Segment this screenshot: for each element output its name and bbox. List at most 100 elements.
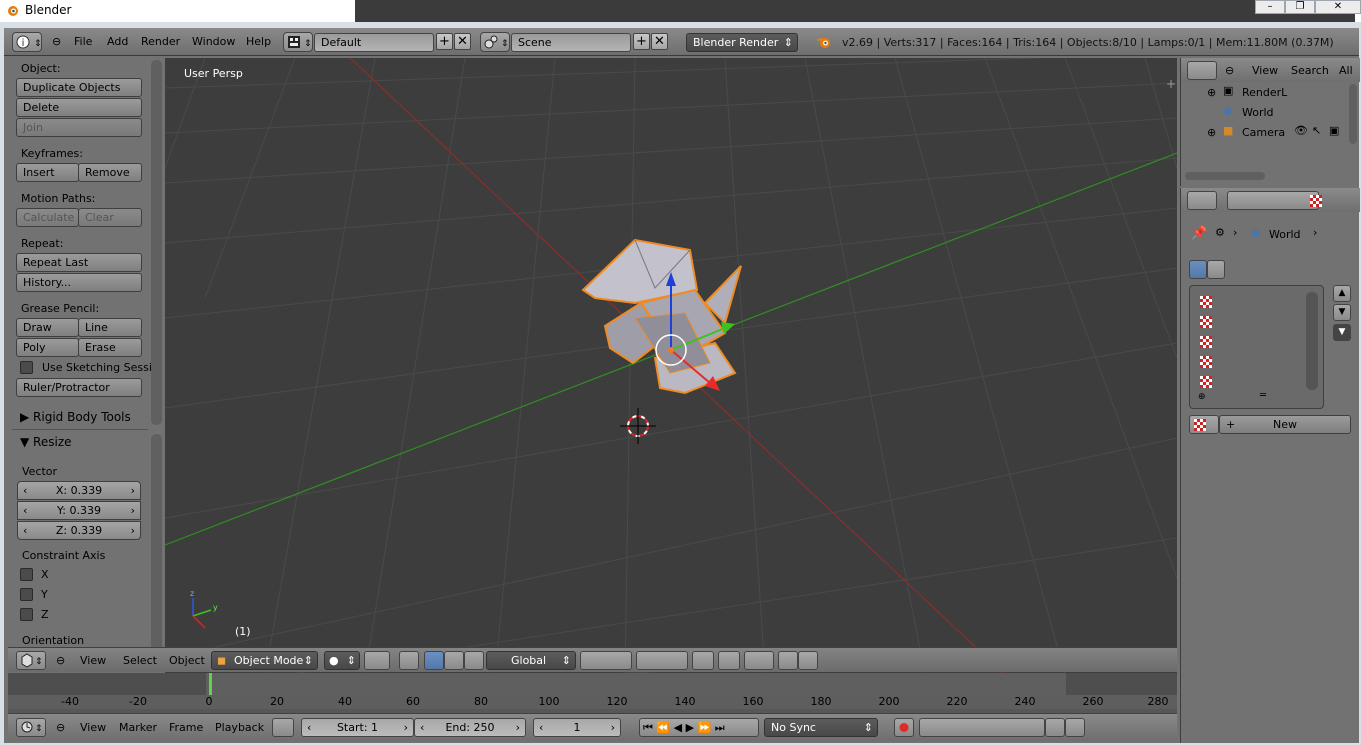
screen-layout-field[interactable]: Default <box>314 33 434 52</box>
context-tabs[interactable] <box>1227 191 1319 210</box>
scene-selector-icon[interactable]: ⇕ <box>480 32 510 52</box>
menu-select[interactable]: Select <box>123 652 157 670</box>
viewport-shading-dropdown[interactable]: ● ⇕ <box>324 651 360 670</box>
collapse-menu-icon[interactable]: ⊖ <box>1225 62 1234 80</box>
editor-type-3d-icon[interactable]: ⇕ <box>16 651 46 670</box>
viewport-scene[interactable]: z y + <box>165 58 1177 675</box>
list-resize-grip-icon[interactable]: ═ <box>1260 390 1266 401</box>
menu-view[interactable]: View <box>1252 62 1278 80</box>
scale-manipulator-icon[interactable] <box>464 651 484 670</box>
prev-keyframe-icon[interactable]: ⏪ <box>656 721 670 734</box>
menu-playback[interactable]: Playback <box>215 719 264 737</box>
outliner-row-renderlayers[interactable]: RenderL <box>1242 86 1287 99</box>
minimize-button[interactable]: – <box>1255 0 1285 14</box>
erase-button[interactable]: Erase <box>78 338 142 357</box>
editor-type-properties-icon[interactable] <box>1187 191 1217 210</box>
remove-layout-button[interactable]: ✕ <box>454 33 471 50</box>
menu-view[interactable]: View <box>80 652 106 670</box>
current-frame-cursor[interactable] <box>209 673 212 695</box>
editor-type-info-icon[interactable]: i ⇕ <box>12 32 42 52</box>
constraint-y-checkbox[interactable] <box>20 588 33 601</box>
insert-keyframe-button[interactable]: Insert <box>16 163 79 182</box>
end-frame-field[interactable]: ‹ End: 250 › <box>414 718 526 737</box>
record-icon[interactable] <box>894 718 914 737</box>
vector-z-field[interactable]: ‹ Z: 0.339 › <box>17 521 141 540</box>
menu-object[interactable]: Object <box>169 652 205 670</box>
manipulator-toggle-icon[interactable] <box>399 651 419 670</box>
ruler-protractor-button[interactable]: Ruler/Protractor <box>16 378 142 397</box>
add-scene-button[interactable]: + <box>633 33 650 50</box>
lock-camera-icon[interactable] <box>692 651 714 670</box>
proportional-edit-icon[interactable] <box>718 651 740 670</box>
play-icon[interactable]: ▶ <box>686 721 694 734</box>
specials-menu-button[interactable]: ▼ <box>1333 324 1351 341</box>
new-texture-button[interactable]: + New <box>1219 415 1351 434</box>
join-button[interactable]: Join <box>16 118 142 137</box>
3d-viewport[interactable]: z y + User Persp (1) <box>165 58 1177 675</box>
start-frame-field[interactable]: ‹ Start: 1 › <box>301 718 414 737</box>
play-reverse-icon[interactable]: ◀ <box>674 721 682 734</box>
display-mode-dropdown[interactable]: All <box>1339 62 1353 80</box>
collapse-menu-icon[interactable]: ⊖ <box>52 32 61 52</box>
snap-icon[interactable] <box>744 651 774 670</box>
scene-field[interactable]: Scene <box>511 33 631 52</box>
layers-right-grid[interactable] <box>636 651 688 670</box>
add-layout-button[interactable]: + <box>436 33 453 50</box>
list-filter-icon[interactable]: ⊕ <box>1198 392 1206 402</box>
texture-browse-icon[interactable] <box>1189 415 1219 434</box>
texture-tab-icon[interactable] <box>1310 195 1322 207</box>
texture-slot-icon[interactable] <box>1200 376 1212 388</box>
preview-range-icon[interactable] <box>272 718 294 737</box>
menu-view[interactable]: View <box>80 719 106 737</box>
selectability-cursor-icon[interactable]: ↖ <box>1312 124 1321 137</box>
jump-start-icon[interactable]: ⏮ <box>643 721 653 734</box>
collapse-menu-icon[interactable]: ⊖ <box>56 652 65 670</box>
draw-button[interactable]: Draw <box>16 318 79 337</box>
playback-controls[interactable]: ⏮ ⏪ ◀ ▶ ⏩ ⏭ <box>639 718 759 737</box>
menu-render[interactable]: Render <box>141 32 180 52</box>
rigid-body-panel-header[interactable]: ▶ Rigid Body Tools <box>20 410 131 424</box>
collapse-menu-icon[interactable]: ⊖ <box>56 719 65 737</box>
transform-orientation-dropdown[interactable]: Global ⇕ <box>486 651 576 670</box>
vector-y-field[interactable]: ‹ Y: 0.339 › <box>17 501 141 520</box>
expand-icon[interactable]: ⊕ <box>1207 126 1216 139</box>
render-image-icon[interactable] <box>778 651 798 670</box>
move-down-button[interactable]: ▼ <box>1333 304 1351 321</box>
remove-keyframe-button[interactable]: Remove <box>78 163 142 182</box>
layers-left-grid[interactable] <box>580 651 632 670</box>
menu-window[interactable]: Window <box>192 32 235 52</box>
close-button[interactable]: ✕ <box>1315 0 1361 14</box>
menu-search[interactable]: Search <box>1291 62 1329 80</box>
outliner-scrollbar[interactable] <box>1349 84 1357 144</box>
world-texture-context-icon[interactable] <box>1189 260 1207 279</box>
list-scrollbar[interactable] <box>1306 292 1318 390</box>
delete-keyframe-icon[interactable] <box>1065 718 1085 737</box>
menu-file[interactable]: File <box>74 32 92 52</box>
selected-mesh-object[interactable] <box>581 238 742 395</box>
clear-button[interactable]: Clear <box>78 208 142 227</box>
menu-add[interactable]: Add <box>107 32 128 52</box>
viewport-plus-icon[interactable]: + <box>1166 77 1176 91</box>
menu-frame[interactable]: Frame <box>169 719 203 737</box>
maximize-button[interactable]: ❐ <box>1285 0 1315 14</box>
render-animation-icon[interactable] <box>798 651 818 670</box>
calculate-button[interactable]: Calculate <box>16 208 79 227</box>
pivot-point-icon[interactable] <box>364 651 390 670</box>
line-button[interactable]: Line <box>78 318 142 337</box>
translate-manipulator-icon[interactable] <box>424 651 444 670</box>
texture-slot-icon[interactable] <box>1200 296 1212 308</box>
outliner-hscrollbar[interactable] <box>1185 172 1265 180</box>
outliner-row-camera[interactable]: Camera <box>1242 126 1285 139</box>
duplicate-objects-button[interactable]: Duplicate Objects <box>16 78 142 97</box>
texture-slot-icon[interactable] <box>1200 336 1212 348</box>
mode-dropdown[interactable]: ◼ Object Mode ⇕ <box>211 651 318 670</box>
history-button[interactable]: History... <box>16 273 142 292</box>
editor-type-timeline-icon[interactable]: ⇕ <box>16 718 46 737</box>
texture-slot-icon[interactable] <box>1200 316 1212 328</box>
poly-button[interactable]: Poly <box>16 338 79 357</box>
sketching-checkbox[interactable] <box>20 361 33 374</box>
screen-layout-icon[interactable]: ⇕ <box>283 32 313 52</box>
rotate-manipulator-icon[interactable] <box>444 651 464 670</box>
operator-scrollbar[interactable] <box>151 434 162 669</box>
editor-type-outliner-icon[interactable] <box>1187 61 1217 80</box>
